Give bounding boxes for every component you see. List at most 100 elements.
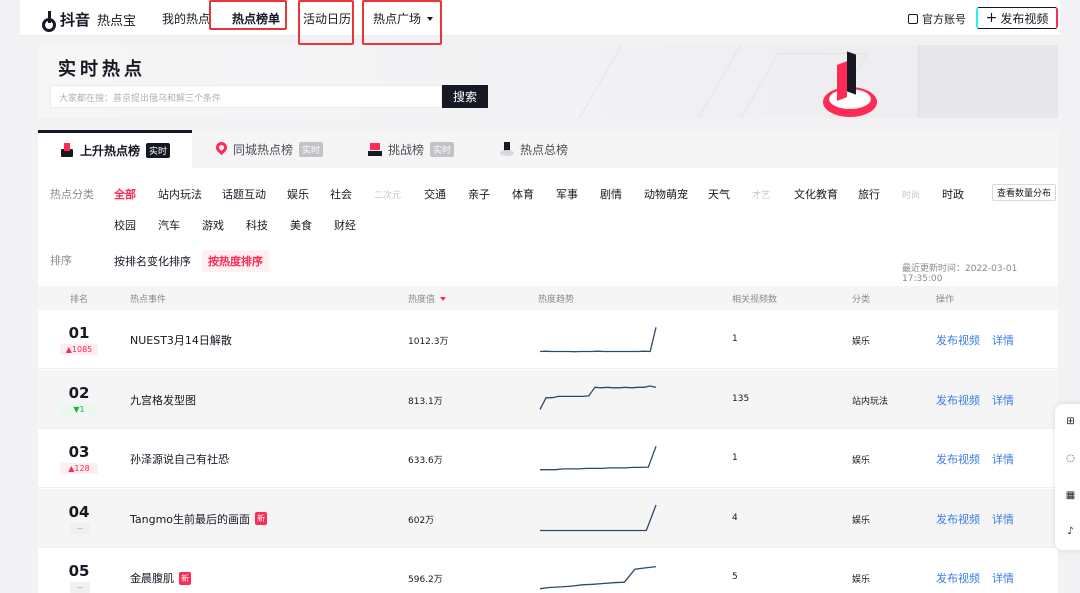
banner-decoration: [569, 45, 747, 118]
column-header-heat[interactable]: 热度值: [408, 292, 447, 305]
hot-event-title[interactable]: 九宫格发型图: [130, 392, 196, 408]
publish-video-link[interactable]: 发布视频: [936, 392, 980, 408]
details-link[interactable]: 详情: [992, 332, 1014, 348]
publish-video-link[interactable]: 发布视频: [936, 451, 980, 467]
illustration-bar: [837, 61, 847, 101]
category-chip[interactable]: 军事: [556, 186, 578, 202]
trend-line: [539, 565, 657, 590]
tiktok-icon[interactable]: ♪: [1065, 526, 1076, 537]
official-account-label: 官方账号: [922, 13, 966, 26]
hot-event-title[interactable]: NUEST3月14日解散: [130, 332, 232, 348]
publish-video-link[interactable]: 发布视频: [936, 332, 980, 348]
publish-video-link[interactable]: 发布视频: [936, 511, 980, 527]
category-chip[interactable]: 交通: [424, 186, 446, 202]
category-chip[interactable]: 全部: [114, 186, 136, 202]
product-name: 热点宝: [97, 14, 137, 29]
category-chip[interactable]: 娱乐: [287, 186, 309, 202]
rank-number: 02: [68, 383, 90, 402]
category-chip[interactable]: 财经: [334, 217, 356, 233]
last-updated-time: 最近更新时间：2022-03-01 17:35:00: [902, 264, 1018, 284]
category-chip[interactable]: 社会: [330, 186, 352, 202]
sort-by-heat[interactable]: 按热度排序: [202, 250, 269, 272]
category-chip[interactable]: 二次元: [374, 188, 401, 201]
sort-by-rank-change[interactable]: 按排名变化排序: [108, 250, 197, 272]
rising-chart-icon: [60, 143, 74, 158]
event-category: 站内玩法: [852, 396, 889, 407]
column-header-actions: 操作: [936, 295, 955, 305]
official-account-link[interactable]: 官方账号: [908, 11, 966, 27]
realtime-badge: 实时: [299, 141, 324, 157]
annotation-box-calendar: [298, 0, 354, 45]
category-chip[interactable]: 时政: [942, 186, 964, 202]
heat-trend-sparkline: [540, 504, 657, 531]
category-chip[interactable]: 亲子: [468, 186, 490, 202]
heat-trend-sparkline: [539, 565, 657, 590]
publish-video-button[interactable]: + 发布视频: [976, 7, 1058, 29]
heat-value: 813.1万: [408, 396, 443, 407]
related-video-count: 1: [732, 453, 738, 463]
qrcode-icon[interactable]: ▦: [1065, 490, 1076, 501]
hot-event-title[interactable]: 金晨腹肌新: [130, 570, 191, 586]
details-link[interactable]: 详情: [992, 392, 1014, 408]
event-category: 娱乐: [852, 515, 871, 526]
new-badge: 新: [179, 571, 191, 585]
category-chip[interactable]: 天气: [708, 186, 730, 202]
table-row[interactable]: 01 ▲1085 NUEST3月14日解散 1012.3万 1 娱乐 发布视频 详情: [38, 310, 1058, 369]
event-title-text: 九宫格发型图: [130, 393, 196, 407]
hot-event-title[interactable]: Tangmo生前最后的画面新: [130, 511, 268, 527]
logo-text: 抖音: [60, 11, 91, 29]
hot-event-title[interactable]: 孙泽源说自己有社恐: [130, 451, 229, 467]
realtime-badge: 实时: [146, 143, 171, 158]
search-button[interactable]: 搜索: [442, 85, 488, 108]
view-distribution-button[interactable]: 查看数量分布: [992, 184, 1056, 201]
category-chip[interactable]: 科技: [246, 217, 268, 233]
table-row[interactable]: 04 -- Tangmo生前最后的画面新 602万 4 娱乐 发布视频 详情: [38, 488, 1058, 548]
category-chip[interactable]: 才艺: [752, 188, 770, 201]
sort-descending-icon: [440, 297, 447, 301]
table-row[interactable]: 05 -- 金晨腹肌新 596.2万 5 娱乐 发布视频 详情: [38, 548, 1058, 593]
column-header-videos: 相关视频数: [732, 295, 778, 305]
tab-overall-hotspots[interactable]: 热点总榜: [500, 130, 568, 168]
sort-label: 排序: [50, 254, 72, 267]
category-chip[interactable]: 游戏: [202, 217, 224, 233]
category-chip[interactable]: 文化教育: [794, 186, 838, 202]
table-row[interactable]: 03 ▲128 孙泽源说自己有社恐 633.6万 1 娱乐 发布视频 详情: [38, 429, 1058, 488]
rank-number: 05: [68, 562, 90, 580]
chat-icon[interactable]: ◌: [1065, 453, 1076, 464]
illustration-bar: [847, 51, 856, 95]
new-badge: 新: [255, 512, 268, 525]
category-chip[interactable]: 美食: [290, 217, 312, 233]
event-title-text: 孙泽源说自己有社恐: [130, 453, 229, 466]
category-chip[interactable]: 时尚: [902, 188, 920, 201]
category-chip[interactable]: 剧情: [600, 186, 622, 202]
table-row[interactable]: 02 ▼1 九宫格发型图 813.1万 135 站内玩法 发布视频 详情: [38, 369, 1058, 429]
category-chip[interactable]: 体育: [512, 186, 534, 202]
details-link[interactable]: 详情: [992, 511, 1014, 527]
douyin-logo[interactable]: 抖音 热点宝: [42, 9, 137, 32]
annotation-box-hot-square: [362, 0, 442, 45]
tab-label: 热点总榜: [520, 142, 569, 157]
trend-line: [539, 327, 657, 353]
rank-change-badge: ▼1: [60, 403, 98, 415]
category-chip[interactable]: 旅行: [858, 186, 880, 202]
expand-icon[interactable]: ⊞: [1065, 416, 1076, 427]
category-chip[interactable]: 校园: [114, 217, 136, 233]
rank-change-badge: --: [70, 522, 90, 534]
details-link[interactable]: 详情: [992, 570, 1014, 586]
category-chip[interactable]: 站内玩法: [158, 186, 202, 202]
rank-number: 03: [68, 443, 90, 461]
category-chip[interactable]: 话题互动: [222, 186, 266, 202]
publish-video-link[interactable]: 发布视频: [936, 570, 980, 586]
tab-local-hotspots[interactable]: 同城热点榜 实时: [213, 130, 324, 168]
heat-trend-sparkline: [539, 384, 657, 410]
tab-challenge[interactable]: 挑战榜 实时: [368, 130, 455, 168]
tab-rising-hotspots[interactable]: 上升热点榜 实时: [38, 130, 192, 168]
nav-my-hotspots[interactable]: 我的热点: [162, 10, 210, 27]
category-chip[interactable]: 汽车: [158, 217, 180, 233]
tiktok-note-icon: [42, 11, 58, 32]
details-link[interactable]: 详情: [992, 451, 1014, 467]
column-header-rank: 排名: [70, 295, 89, 305]
related-video-count: 4: [732, 512, 738, 523]
category-chip[interactable]: 动物萌宠: [644, 186, 688, 202]
search-input[interactable]: 大家都在搜：普京提出俄乌和解三个条件: [50, 85, 442, 108]
